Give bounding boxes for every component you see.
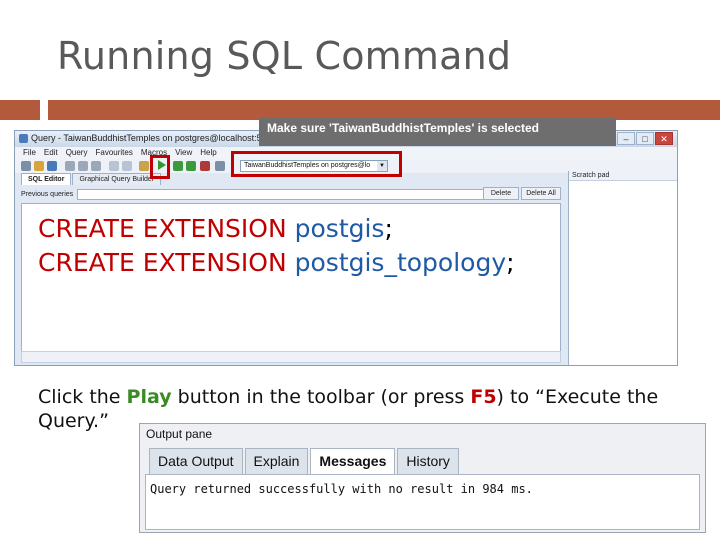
explain-icon[interactable] [215,161,225,171]
sql-code: CREATE EXTENSION postgis; CREATE EXTENSI… [38,212,515,280]
accent-bar-left [0,100,40,120]
query-result-message: Query returned successfully with no resu… [150,482,533,496]
menu-help[interactable]: Help [200,147,216,159]
paste-icon[interactable] [91,161,101,171]
sql-keyword: CREATE EXTENSION [38,248,295,277]
menu-edit[interactable]: Edit [44,147,58,159]
output-pane: Output pane Data Output Explain Messages… [139,423,706,533]
previous-queries-label: Previous queries [21,190,74,198]
tab-sql-editor[interactable]: SQL Editor [21,173,72,185]
accent-bar-right [48,100,720,120]
sql-keyword: CREATE EXTENSION [38,214,295,243]
editor-tabs: SQL Editor Graphical Query Builder [21,173,162,185]
menu-favourites[interactable]: Favourites [95,147,132,159]
find-icon[interactable] [139,161,149,171]
sql-line-2: CREATE EXTENSION postgis_topology; [38,246,515,280]
window-title: Query - TaiwanBuddhistTemples on postgre… [31,133,277,143]
open-folder-icon[interactable] [34,161,44,171]
instruction-key: F5 [470,386,497,408]
delete-all-button[interactable]: Delete All [521,187,561,200]
slide-title: Running SQL Command [57,34,512,78]
sql-line-1: CREATE EXTENSION postgis; [38,212,515,246]
menu-view[interactable]: View [175,147,192,159]
minimize-icon[interactable]: – [617,132,635,145]
tab-history[interactable]: History [397,448,459,474]
sql-extension-name: postgis_topology [294,248,507,277]
maximize-icon[interactable]: □ [636,132,654,145]
menu-file[interactable]: File [23,147,36,159]
editor-horizontal-scrollbar[interactable] [21,351,561,363]
redo-icon[interactable] [122,161,132,171]
scratch-pad[interactable]: Scratch pad [568,171,677,365]
undo-icon[interactable] [109,161,119,171]
copy-icon[interactable] [78,161,88,171]
cancel-query-icon[interactable] [200,161,210,171]
output-tabs: Data Output Explain Messages History [149,448,461,474]
delete-button[interactable]: Delete [483,187,519,200]
output-pane-title: Output pane [146,427,213,441]
sql-extension-name: postgis [294,214,385,243]
sql-semicolon: ; [384,214,393,243]
instruction-play: Play [126,386,172,408]
close-icon[interactable]: ✕ [655,132,673,145]
scratch-pad-label: Scratch pad [569,171,677,181]
tab-graphical-query-builder[interactable]: Graphical Query Builder [72,173,162,185]
menu-query[interactable]: Query [66,147,88,159]
app-icon [19,134,28,143]
cut-icon[interactable] [65,161,75,171]
new-file-icon[interactable] [21,161,31,171]
tab-explain[interactable]: Explain [244,448,309,474]
sql-semicolon: ; [506,248,515,277]
execute-to-file-icon[interactable] [186,161,196,171]
output-messages-area[interactable]: Query returned successfully with no resu… [145,474,700,530]
instruction-part: button in the toolbar (or press [171,386,471,408]
tab-messages[interactable]: Messages [310,448,396,474]
callout-label: Make sure 'TaiwanBuddhistTemples' is sel… [259,118,616,146]
instruction-part: Click the [38,386,127,408]
save-icon[interactable] [47,161,57,171]
previous-queries-combo[interactable] [77,188,488,200]
execute-pgscript-icon[interactable] [173,161,183,171]
database-selector-highlight [231,151,402,177]
play-button-highlight [150,155,170,179]
tab-data-output[interactable]: Data Output [149,448,243,474]
previous-queries-row: Previous queries Delete Delete All [21,187,561,201]
